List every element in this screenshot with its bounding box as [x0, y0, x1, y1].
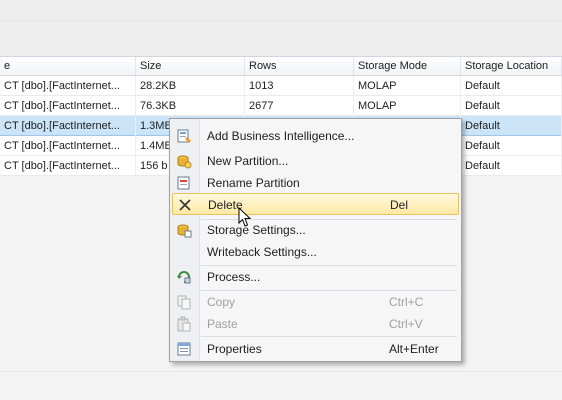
cell-storage-mode: MOLAP: [354, 76, 461, 96]
background-divider: [0, 371, 562, 372]
menu-item-shortcut: Del: [390, 198, 409, 212]
menu-item-add-business-intelligence[interactable]: Add Business Intelligence...: [172, 125, 459, 147]
menu-item-rename-partition[interactable]: Rename Partition: [172, 172, 459, 194]
cell-storage-location: Default: [461, 76, 562, 96]
toolbar-area: [0, 0, 562, 56]
cell-source: CT [dbo].[FactInternet...: [0, 136, 136, 156]
menu-item-storage-settings[interactable]: Storage Settings...: [172, 219, 459, 241]
menu-item-writeback-settings[interactable]: Writeback Settings...: [172, 241, 459, 263]
properties-icon: [177, 342, 191, 356]
menu-item-label: Rename Partition: [207, 176, 300, 190]
table-row[interactable]: CT [dbo].[FactInternet... 28.2KB 1013 MO…: [0, 76, 562, 96]
menu-item-shortcut: Ctrl+V: [389, 317, 423, 331]
cell-size: 76.3KB: [136, 96, 245, 116]
menu-item-label: Writeback Settings...: [207, 245, 317, 259]
cell-source: CT [dbo].[FactInternet...: [0, 116, 136, 136]
background-divider: [0, 20, 562, 21]
context-menu: Add Business Intelligence... New Partiti…: [169, 118, 462, 362]
menu-item-properties[interactable]: Properties Alt+Enter: [172, 338, 459, 360]
cell-source: CT [dbo].[FactInternet...: [0, 156, 136, 176]
rename-icon: [177, 176, 190, 190]
table-row[interactable]: CT [dbo].[FactInternet... 76.3KB 2677 MO…: [0, 96, 562, 116]
cell-storage-location: Default: [461, 96, 562, 116]
process-icon: [177, 271, 191, 284]
menu-item-paste[interactable]: Paste Ctrl+V: [172, 313, 459, 335]
cell-source: CT [dbo].[FactInternet...: [0, 76, 136, 96]
column-header-size[interactable]: Size: [136, 57, 245, 75]
grid-header: e Size Rows Storage Mode Storage Locatio…: [0, 57, 562, 76]
storage-settings-icon: [177, 224, 192, 238]
menu-item-new-partition[interactable]: New Partition...: [172, 150, 459, 172]
cell-rows: 1013: [245, 76, 354, 96]
menu-item-process[interactable]: Process...: [172, 266, 459, 288]
paste-icon: [177, 316, 191, 332]
menu-item-delete[interactable]: Delete Del: [172, 193, 459, 215]
cell-storage-location: Default: [461, 116, 562, 136]
column-header-rows[interactable]: Rows: [245, 57, 354, 75]
column-header-storage-mode[interactable]: Storage Mode: [354, 57, 461, 75]
cell-source: CT [dbo].[FactInternet...: [0, 96, 136, 116]
menu-item-label: New Partition...: [207, 154, 289, 168]
cell-rows: 2677: [245, 96, 354, 116]
column-header-storage-location[interactable]: Storage Location: [461, 57, 562, 75]
menu-item-label: Storage Settings...: [207, 223, 306, 237]
mouse-cursor-icon: [238, 207, 252, 227]
menu-item-copy[interactable]: Copy Ctrl+C: [172, 291, 459, 313]
menu-item-label: Process...: [207, 270, 261, 284]
column-header-source[interactable]: e: [0, 57, 136, 75]
menu-item-shortcut: Ctrl+C: [389, 295, 424, 309]
menu-item-label: Properties: [207, 342, 262, 356]
business-intelligence-wizard-icon: [177, 129, 191, 143]
menu-item-label: Add Business Intelligence...: [207, 129, 355, 143]
cell-size: 28.2KB: [136, 76, 245, 96]
copy-icon: [177, 295, 191, 310]
delete-x-icon: [179, 199, 191, 211]
menu-item-label: Copy: [207, 295, 236, 309]
menu-item-shortcut: Alt+Enter: [389, 342, 439, 356]
new-partition-icon: [177, 155, 192, 169]
cell-storage-location: Default: [461, 136, 562, 156]
menu-separator: [201, 336, 457, 337]
menu-item-label: Paste: [207, 317, 238, 331]
cell-storage-mode: MOLAP: [354, 96, 461, 116]
cell-storage-location: Default: [461, 156, 562, 176]
